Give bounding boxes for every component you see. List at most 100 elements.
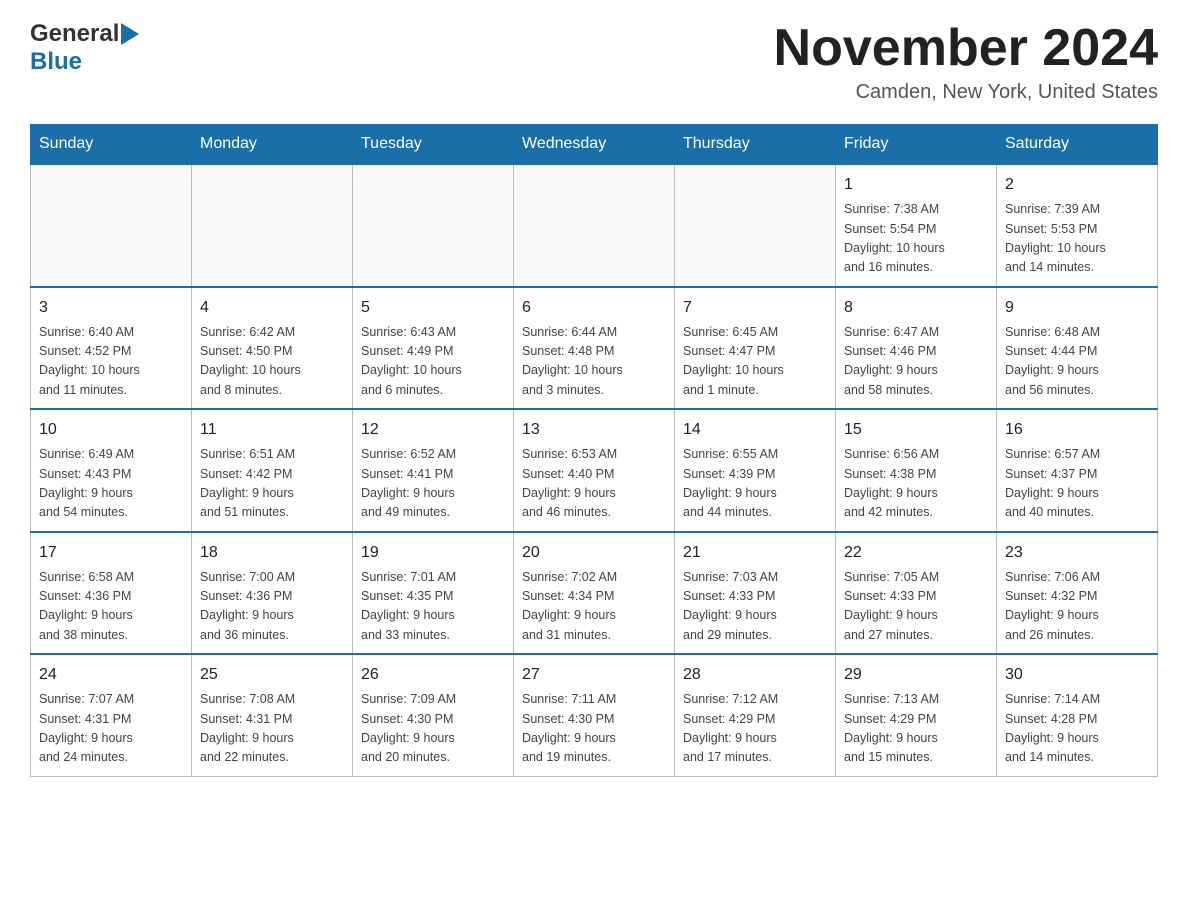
calendar-header-row: Sunday Monday Tuesday Wednesday Thursday… — [31, 125, 1158, 165]
table-row: 29 Sunrise: 7:13 AM Sunset: 4:29 PM Dayli… — [836, 654, 997, 776]
day-number: 15 — [844, 418, 988, 442]
location-subtitle: Camden, New York, United States — [774, 81, 1158, 104]
day-number: 19 — [361, 541, 505, 565]
day-number: 1 — [844, 173, 988, 197]
day-number: 26 — [361, 663, 505, 687]
day-info: Sunrise: 7:14 AM Sunset: 4:28 PM Dayligh… — [1005, 690, 1149, 768]
table-row: 17 Sunrise: 6:58 AM Sunset: 4:36 PM Dayli… — [31, 532, 192, 655]
day-number: 9 — [1005, 296, 1149, 320]
calendar-week-row: 3 Sunrise: 6:40 AM Sunset: 4:52 PM Daylig… — [31, 287, 1158, 410]
day-info: Sunrise: 6:40 AM Sunset: 4:52 PM Dayligh… — [39, 323, 183, 401]
table-row: 30 Sunrise: 7:14 AM Sunset: 4:28 PM Dayli… — [997, 654, 1158, 776]
day-number: 6 — [522, 296, 666, 320]
table-row: 10Sunrise: 6:49 AM Sunset: 4:43 PM Dayli… — [31, 409, 192, 532]
table-row: 6 Sunrise: 6:44 AM Sunset: 4:48 PM Daylig… — [514, 287, 675, 410]
day-number: 8 — [844, 296, 988, 320]
table-row: 11 Sunrise: 6:51 AM Sunset: 4:42 PM Dayli… — [192, 409, 353, 532]
day-info: Sunrise: 6:52 AM Sunset: 4:41 PM Dayligh… — [361, 445, 505, 523]
day-info: Sunrise: 6:58 AM Sunset: 4:36 PM Dayligh… — [39, 568, 183, 646]
table-row: 7Sunrise: 6:45 AM Sunset: 4:47 PM Daylig… — [675, 287, 836, 410]
day-info: Sunrise: 6:44 AM Sunset: 4:48 PM Dayligh… — [522, 323, 666, 401]
logo-triangle-icon — [121, 23, 139, 45]
day-number: 29 — [844, 663, 988, 687]
day-info: Sunrise: 6:51 AM Sunset: 4:42 PM Dayligh… — [200, 445, 344, 523]
calendar-week-row: 17 Sunrise: 6:58 AM Sunset: 4:36 PM Dayli… — [31, 532, 1158, 655]
day-info: Sunrise: 6:57 AM Sunset: 4:37 PM Dayligh… — [1005, 445, 1149, 523]
day-number: 2 — [1005, 173, 1149, 197]
day-number: 28 — [683, 663, 827, 687]
day-number: 14 — [683, 418, 827, 442]
table-row: 26 Sunrise: 7:09 AM Sunset: 4:30 PM Dayli… — [353, 654, 514, 776]
header-sunday: Sunday — [31, 125, 192, 165]
header-thursday: Thursday — [675, 125, 836, 165]
day-number: 30 — [1005, 663, 1149, 687]
day-number: 4 — [200, 296, 344, 320]
day-info: Sunrise: 7:09 AM Sunset: 4:30 PM Dayligh… — [361, 690, 505, 768]
day-info: Sunrise: 7:12 AM Sunset: 4:29 PM Dayligh… — [683, 690, 827, 768]
day-info: Sunrise: 6:56 AM Sunset: 4:38 PM Dayligh… — [844, 445, 988, 523]
day-info: Sunrise: 7:08 AM Sunset: 4:31 PM Dayligh… — [200, 690, 344, 768]
day-info: Sunrise: 6:42 AM Sunset: 4:50 PM Dayligh… — [200, 323, 344, 401]
logo-general-text: General — [30, 20, 119, 48]
day-info: Sunrise: 6:55 AM Sunset: 4:39 PM Dayligh… — [683, 445, 827, 523]
day-info: Sunrise: 7:01 AM Sunset: 4:35 PM Dayligh… — [361, 568, 505, 646]
day-info: Sunrise: 7:06 AM Sunset: 4:32 PM Dayligh… — [1005, 568, 1149, 646]
day-number: 27 — [522, 663, 666, 687]
day-info: Sunrise: 7:03 AM Sunset: 4:33 PM Dayligh… — [683, 568, 827, 646]
table-row: 25 Sunrise: 7:08 AM Sunset: 4:31 PM Dayli… — [192, 654, 353, 776]
table-row: 28 Sunrise: 7:12 AM Sunset: 4:29 PM Dayli… — [675, 654, 836, 776]
table-row: 8Sunrise: 6:47 AM Sunset: 4:46 PM Daylig… — [836, 287, 997, 410]
day-number: 23 — [1005, 541, 1149, 565]
day-number: 13 — [522, 418, 666, 442]
day-info: Sunrise: 6:48 AM Sunset: 4:44 PM Dayligh… — [1005, 323, 1149, 401]
day-number: 24 — [39, 663, 183, 687]
day-number: 11 — [200, 418, 344, 442]
table-row — [192, 164, 353, 287]
title-section: November 2024 Camden, New York, United S… — [774, 20, 1158, 104]
day-number: 3 — [39, 296, 183, 320]
header-saturday: Saturday — [997, 125, 1158, 165]
day-number: 18 — [200, 541, 344, 565]
day-number: 16 — [1005, 418, 1149, 442]
table-row: 16 Sunrise: 6:57 AM Sunset: 4:37 PM Dayli… — [997, 409, 1158, 532]
table-row — [675, 164, 836, 287]
calendar-week-row: 24 Sunrise: 7:07 AM Sunset: 4:31 PM Dayli… — [31, 654, 1158, 776]
table-row: 20Sunrise: 7:02 AM Sunset: 4:34 PM Dayli… — [514, 532, 675, 655]
table-row — [514, 164, 675, 287]
day-info: Sunrise: 6:49 AM Sunset: 4:43 PM Dayligh… — [39, 445, 183, 523]
day-number: 20 — [522, 541, 666, 565]
day-info: Sunrise: 7:13 AM Sunset: 4:29 PM Dayligh… — [844, 690, 988, 768]
month-title: November 2024 — [774, 20, 1158, 77]
table-row: 19 Sunrise: 7:01 AM Sunset: 4:35 PM Dayli… — [353, 532, 514, 655]
header-tuesday: Tuesday — [353, 125, 514, 165]
table-row: 1 Sunrise: 7:38 AM Sunset: 5:54 PM Daylig… — [836, 164, 997, 287]
header-friday: Friday — [836, 125, 997, 165]
table-row: 23 Sunrise: 7:06 AM Sunset: 4:32 PM Dayli… — [997, 532, 1158, 655]
table-row: 15 Sunrise: 6:56 AM Sunset: 4:38 PM Dayli… — [836, 409, 997, 532]
day-number: 22 — [844, 541, 988, 565]
logo-blue-text: Blue — [30, 48, 82, 76]
calendar-week-row: 10Sunrise: 6:49 AM Sunset: 4:43 PM Dayli… — [31, 409, 1158, 532]
table-row: 12 Sunrise: 6:52 AM Sunset: 4:41 PM Dayli… — [353, 409, 514, 532]
day-info: Sunrise: 7:38 AM Sunset: 5:54 PM Dayligh… — [844, 200, 988, 278]
day-info: Sunrise: 7:39 AM Sunset: 5:53 PM Dayligh… — [1005, 200, 1149, 278]
header-wednesday: Wednesday — [514, 125, 675, 165]
day-info: Sunrise: 7:07 AM Sunset: 4:31 PM Dayligh… — [39, 690, 183, 768]
table-row: 4 Sunrise: 6:42 AM Sunset: 4:50 PM Daylig… — [192, 287, 353, 410]
table-row — [31, 164, 192, 287]
day-number: 7 — [683, 296, 827, 320]
table-row: 14 Sunrise: 6:55 AM Sunset: 4:39 PM Dayli… — [675, 409, 836, 532]
table-row: 5 Sunrise: 6:43 AM Sunset: 4:49 PM Daylig… — [353, 287, 514, 410]
day-number: 21 — [683, 541, 827, 565]
table-row: 27 Sunrise: 7:11 AM Sunset: 4:30 PM Dayli… — [514, 654, 675, 776]
day-number: 17 — [39, 541, 183, 565]
day-number: 5 — [361, 296, 505, 320]
day-info: Sunrise: 6:43 AM Sunset: 4:49 PM Dayligh… — [361, 323, 505, 401]
table-row: 2 Sunrise: 7:39 AM Sunset: 5:53 PM Daylig… — [997, 164, 1158, 287]
table-row: 13Sunrise: 6:53 AM Sunset: 4:40 PM Dayli… — [514, 409, 675, 532]
table-row — [353, 164, 514, 287]
calendar-table: Sunday Monday Tuesday Wednesday Thursday… — [30, 124, 1158, 777]
day-number: 12 — [361, 418, 505, 442]
day-number: 25 — [200, 663, 344, 687]
day-info: Sunrise: 7:11 AM Sunset: 4:30 PM Dayligh… — [522, 690, 666, 768]
